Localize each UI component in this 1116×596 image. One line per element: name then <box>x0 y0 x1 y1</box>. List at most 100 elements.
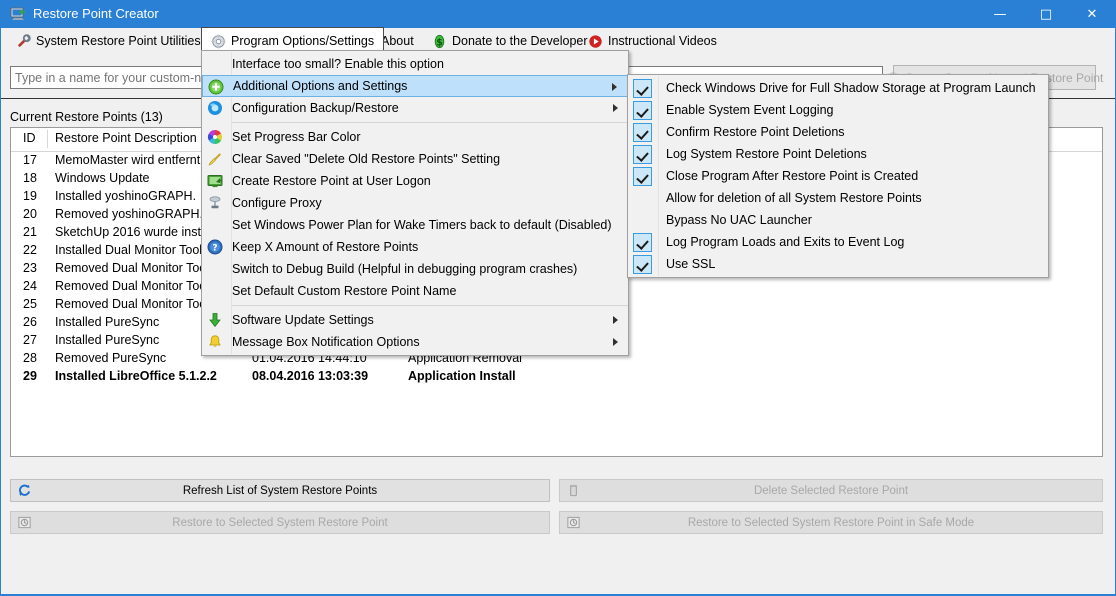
menu-item-1[interactable]: Additional Options and Settings <box>202 75 628 97</box>
bell-icon <box>207 334 223 350</box>
svg-text:?: ? <box>212 244 217 254</box>
cell-description: Installed LibreOffice 5.1.2.2 <box>55 369 217 383</box>
tab-label: Donate to the Developer <box>452 34 588 48</box>
submenu-item-label: Check Windows Drive for Full Shadow Stor… <box>666 81 1036 95</box>
cell-id: 19 <box>23 189 37 203</box>
minimize-button[interactable]: — <box>977 0 1023 28</box>
button-label: Refresh List of System Restore Points <box>182 484 378 497</box>
menu-item-label: Switch to Debug Build (Helpful in debugg… <box>232 262 578 276</box>
checkbox[interactable] <box>633 255 652 274</box>
download-green-icon <box>207 312 223 328</box>
menu-item-2[interactable]: Configuration Backup/Restore <box>202 97 628 119</box>
submenu-item-7[interactable]: Log Program Loads and Exits to Event Log <box>628 231 1048 253</box>
refresh-icon <box>17 483 32 498</box>
cell-id: 21 <box>23 225 37 239</box>
menu-item-label: Create Restore Point at User Logon <box>232 174 431 188</box>
cell-id: 17 <box>23 153 37 167</box>
refresh-list-button[interactable]: Refresh List of System Restore Points <box>10 479 550 502</box>
menu-item-7[interactable]: Set Windows Power Plan for Wake Timers b… <box>202 214 628 236</box>
menu-item-0[interactable]: Interface too small? Enable this option <box>202 53 628 75</box>
checkbox[interactable] <box>633 79 652 98</box>
action-buttons-bar: Refresh List of System Restore Points De… <box>1 464 1115 594</box>
button-label: Delete Selected Restore Point <box>753 484 909 497</box>
checkbox[interactable] <box>633 233 652 252</box>
gear-icon <box>211 34 226 49</box>
submenu-item-0[interactable]: Check Windows Drive for Full Shadow Stor… <box>628 77 1048 99</box>
broom-icon <box>207 151 223 167</box>
color-wheel-icon <box>207 129 223 145</box>
chevron-right-icon <box>613 104 618 112</box>
cell-id: 23 <box>23 261 37 275</box>
cell-id: 18 <box>23 171 37 185</box>
cell-type: Application Install <box>408 369 516 383</box>
close-icon: ✕ <box>1086 6 1098 22</box>
menu-item-5[interactable]: Create Restore Point at User Logon <box>202 170 628 192</box>
checkbox[interactable] <box>633 167 652 186</box>
menu-item-label: Set Progress Bar Color <box>232 130 361 144</box>
help-icon: ? <box>207 239 223 255</box>
checkbox[interactable] <box>633 189 652 208</box>
menu-item-label: Set Default Custom Restore Point Name <box>232 284 457 298</box>
additional-options-submenu: Check Windows Drive for Full Shadow Stor… <box>627 74 1049 278</box>
submenu-item-6[interactable]: Bypass No UAC Launcher <box>628 209 1048 231</box>
tab-label: Instructional Videos <box>608 34 717 48</box>
submenu-item-label: Allow for deletion of all System Restore… <box>666 191 922 205</box>
tab-system-restore-point-utilities[interactable]: System Restore Point Utilities <box>7 28 210 54</box>
submenu-item-label: Enable System Event Logging <box>666 103 834 117</box>
menu-item-8[interactable]: ? Keep X Amount of Restore Points <box>202 236 628 258</box>
tools-icon <box>16 33 31 49</box>
submenu-item-8[interactable]: Use SSL <box>628 253 1048 275</box>
menu-item-6[interactable]: Configure Proxy <box>202 192 628 214</box>
menu-item-11[interactable]: Software Update Settings <box>202 309 628 331</box>
menu-item-label: Interface too small? Enable this option <box>232 57 444 71</box>
svg-text:$: $ <box>436 37 443 48</box>
menu-item-label: Message Box Notification Options <box>232 335 420 349</box>
restore-to-selected-restore-point-button[interactable]: Restore to Selected System Restore Point <box>10 511 550 534</box>
blue-orb-icon <box>207 100 223 116</box>
close-button[interactable]: ✕ <box>1069 0 1115 28</box>
menu-item-4[interactable]: Clear Saved "Delete Old Restore Points" … <box>202 148 628 170</box>
menu-item-label: Clear Saved "Delete Old Restore Points" … <box>232 152 501 166</box>
cell-id: 22 <box>23 243 37 257</box>
submenu-item-5[interactable]: Allow for deletion of all System Restore… <box>628 187 1048 209</box>
submenu-item-label: Log System Restore Point Deletions <box>666 147 867 161</box>
plus-green-icon <box>208 79 224 95</box>
menu-separator <box>232 305 628 306</box>
chevron-right-icon <box>613 338 618 346</box>
submenu-item-4[interactable]: Close Program After Restore Point is Cre… <box>628 165 1048 187</box>
menu-item-label: Additional Options and Settings <box>233 79 408 93</box>
play-icon <box>588 34 603 49</box>
submenu-item-2[interactable]: Confirm Restore Point Deletions <box>628 121 1048 143</box>
cell-id: 20 <box>23 207 37 221</box>
submenu-item-label: Close Program After Restore Point is Cre… <box>666 169 919 183</box>
restore-icon <box>566 515 581 530</box>
checkbox[interactable] <box>633 101 652 120</box>
delete-selected-restore-point-button[interactable]: Delete Selected Restore Point <box>559 479 1103 502</box>
menu-item-label: Software Update Settings <box>232 313 374 327</box>
submenu-item-label: Bypass No UAC Launcher <box>666 213 812 227</box>
title-bar: Restore Point Creator — □ ✕ <box>0 0 1116 28</box>
button-label: Restore to Selected System Restore Point <box>172 516 388 529</box>
menu-item-3[interactable]: Set Progress Bar Color <box>202 126 628 148</box>
trash-icon <box>566 483 581 498</box>
checkbox[interactable] <box>633 123 652 142</box>
checkbox[interactable] <box>633 211 652 230</box>
submenu-item-label: Log Program Loads and Exits to Event Log <box>666 235 905 249</box>
submenu-item-1[interactable]: Enable System Event Logging <box>628 99 1048 121</box>
network-icon <box>207 195 223 211</box>
tab-label: Program Options/Settings <box>231 34 375 48</box>
window-title: Restore Point Creator <box>33 6 159 21</box>
maximize-button[interactable]: □ <box>1023 0 1069 28</box>
menu-item-9[interactable]: Switch to Debug Build (Helpful in debugg… <box>202 258 628 280</box>
menu-item-12[interactable]: Message Box Notification Options <box>202 331 628 353</box>
submenu-item-3[interactable]: Log System Restore Point Deletions <box>628 143 1048 165</box>
menu-separator <box>232 122 628 123</box>
monitor-green-icon <box>207 173 223 189</box>
minimize-icon: — <box>993 6 1007 22</box>
checkbox[interactable] <box>633 145 652 164</box>
cell-id: 26 <box>23 315 37 329</box>
menu-item-label: Configure Proxy <box>232 196 322 210</box>
restore-to-selected-restore-point-safe-mode-button[interactable]: Restore to Selected System Restore Point… <box>559 511 1103 534</box>
menu-item-10[interactable]: Set Default Custom Restore Point Name <box>202 280 628 302</box>
table-row[interactable]: 29 Installed LibreOffice 5.1.2.2 08.04.201… <box>11 368 1102 386</box>
